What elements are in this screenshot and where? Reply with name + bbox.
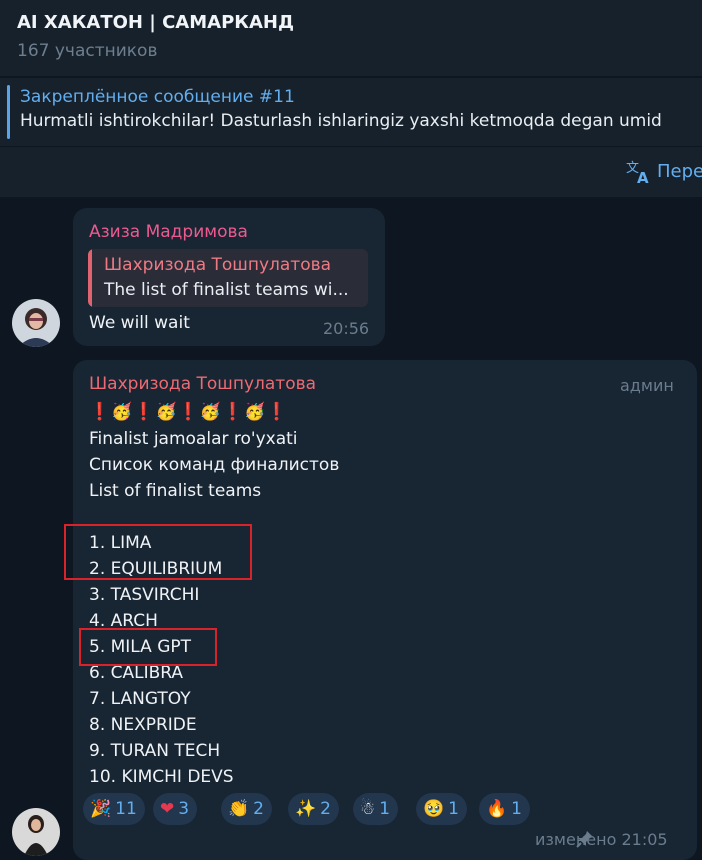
team-item: 10. KIMCHI DEVS [89,767,234,787]
reaction-chip[interactable]: 🎉 11 [83,793,145,825]
reaction-chip[interactable]: ✨ 2 [288,793,339,825]
party-popper-icon: 🎉 [90,799,112,819]
translate-button[interactable]: Пере [657,161,702,182]
clapping-hands-icon: 👏 [228,799,250,819]
admin-badge: админ [620,376,674,395]
pinned-text: Hurmatli ishtirokchilar! Dasturlash ishl… [20,111,662,131]
pinned-message-bar[interactable]: Закреплённое сообщение #11 Hurmatli isht… [0,78,702,146]
reply-text: The list of finalist teams wi... [104,280,349,300]
reaction-chip[interactable]: 🔥 1 [479,793,530,825]
reaction-chip[interactable]: 👏 2 [221,793,272,825]
avatar[interactable] [12,299,60,347]
highlight-box [64,524,252,580]
sparkle-icon: ✨ [295,799,317,819]
message-bubble[interactable]: Шахризода Тошпулатова админ ❗🥳❗🥳❗🥳❗🥳❗ Fi… [64,360,697,860]
translate-icon: 文 A [626,161,649,185]
pinned-indicator [7,85,10,139]
reaction-count: 11 [115,799,137,819]
reactions-bar: 🎉 11 ❤ 3 👏 2 ✨ 2 ☃ 1 🥹 1 🔥 1 [83,793,553,827]
avatar-photo [12,299,60,347]
message-bubble[interactable]: Азиза Мадримова Шахризода Тошпулатова Th… [73,208,385,346]
fire-icon: 🔥 [486,799,508,819]
reply-sender: Шахризода Тошпулатова [104,255,332,275]
message-line: Список команд финалистов [89,455,340,475]
team-item: 3. TASVIRCHI [89,585,200,605]
sender-name[interactable]: Шахризода Тошпулатова [89,374,316,394]
reaction-chip[interactable]: ☃ 1 [353,793,399,825]
reply-quote[interactable]: Шахризода Тошпулатова The list of finali… [88,249,368,307]
chat-title: AI ХАКАТОН | САМАРКАНД [17,12,295,33]
team-item: 7. LANGTOY [89,689,191,709]
highlight-box [79,628,217,666]
reaction-count: 3 [178,799,190,819]
message-line: List of finalist teams [89,481,262,501]
chat-header[interactable]: AI ХАКАТОН | САМАРКАНД 167 участников [0,0,702,76]
reply-indicator [88,249,92,307]
heart-on-fire-icon: ❤ [160,799,175,819]
message-time: 20:56 [323,319,370,338]
sender-name[interactable]: Азиза Мадримова [89,222,248,242]
message-text: Finalist jamoalar ro'yxati Список команд… [89,426,339,790]
team-item: 9. TURAN TECH [89,741,221,761]
edited-time: изменено 21:05 [535,830,668,849]
svg-text:A: A [637,169,649,185]
team-item: 8. NEXPRIDE [89,715,197,735]
message-line: Finalist jamoalar ro'yxati [89,429,298,449]
reaction-count: 2 [253,799,264,819]
reaction-chip[interactable]: 🥹 1 [416,793,467,825]
reaction-count: 1 [448,799,459,819]
reaction-count: 2 [320,799,331,819]
message-text: We will wait [89,313,190,333]
reaction-count: 1 [379,799,391,819]
teary-face-icon: 🥹 [423,799,445,819]
emoji-line: ❗🥳❗🥳❗🥳❗🥳❗ [89,402,289,422]
reaction-chip[interactable]: ❤ 3 [153,793,198,825]
avatar-photo [12,808,60,856]
avatar[interactable] [12,808,60,856]
translate-bar[interactable]: 文 A Пере [0,147,702,197]
reaction-count: 1 [511,799,522,819]
pinned-title: Закреплённое сообщение #11 [20,87,295,107]
snowman-icon: ☃ [360,799,376,819]
member-count: 167 участников [17,41,158,61]
